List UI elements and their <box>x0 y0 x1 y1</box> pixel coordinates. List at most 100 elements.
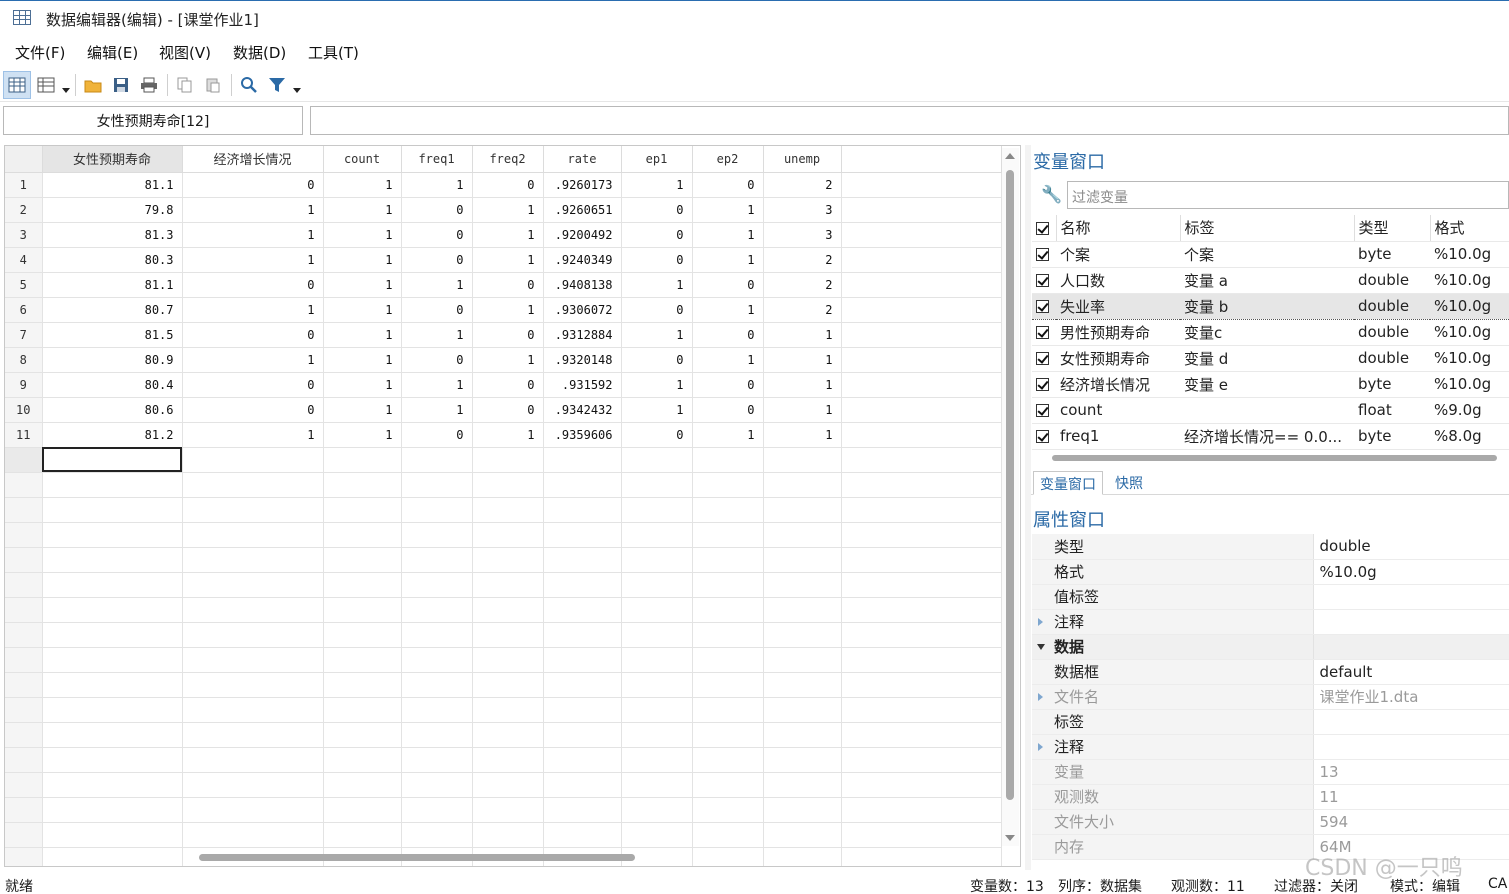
data-cell-empty[interactable] <box>472 572 544 598</box>
variable-checkbox[interactable] <box>1032 267 1056 294</box>
data-cell-empty[interactable] <box>323 697 402 723</box>
row-number-empty[interactable] <box>5 522 43 548</box>
data-cell[interactable]: 1 <box>401 172 473 198</box>
data-cell-empty[interactable] <box>182 622 324 648</box>
data-cell[interactable]: .931592 <box>543 372 622 398</box>
data-cell[interactable]: 1 <box>472 297 544 323</box>
data-cell-empty[interactable] <box>182 822 324 848</box>
data-cell-empty[interactable] <box>42 497 183 523</box>
data-cell-empty[interactable] <box>692 597 764 623</box>
data-cell-empty[interactable] <box>841 622 1002 648</box>
data-cell-empty[interactable] <box>543 747 622 773</box>
data-cell[interactable]: 0 <box>182 322 324 348</box>
data-cell[interactable]: 80.7 <box>42 297 183 323</box>
data-cell-empty[interactable] <box>182 572 324 598</box>
data-cell[interactable]: 0 <box>692 372 764 398</box>
data-cell-empty[interactable] <box>182 647 324 673</box>
data-cell-empty[interactable] <box>323 547 402 573</box>
data-cell-empty[interactable] <box>401 697 473 723</box>
variable-row[interactable]: 失业率 变量 b double %10.0g <box>1032 292 1509 320</box>
copy-icon[interactable] <box>171 71 199 99</box>
data-cell-empty[interactable] <box>401 597 473 623</box>
row-number-empty[interactable] <box>5 672 43 698</box>
wrench-icon[interactable]: 🔧 <box>1041 185 1062 205</box>
property-value[interactable]: 课堂作业1.dta <box>1313 684 1509 710</box>
data-cell-empty[interactable] <box>692 697 764 723</box>
data-cell-empty[interactable] <box>182 547 324 573</box>
column-header[interactable]: freq1 <box>401 146 473 173</box>
data-cell[interactable]: 0 <box>472 372 544 398</box>
data-cell-empty[interactable] <box>401 647 473 673</box>
data-cell-empty[interactable] <box>42 572 183 598</box>
data-cell[interactable]: 0 <box>621 222 693 248</box>
data-cell-empty[interactable] <box>543 547 622 573</box>
data-cell-empty[interactable] <box>401 772 473 798</box>
data-cell-empty[interactable] <box>763 547 842 573</box>
data-cell-empty[interactable] <box>182 597 324 623</box>
tab-snapshots[interactable]: 快照 <box>1109 471 1149 495</box>
print-icon[interactable] <box>135 71 163 99</box>
data-cell-empty[interactable] <box>472 597 544 623</box>
data-cell-empty[interactable] <box>42 597 183 623</box>
data-cell[interactable]: 80.9 <box>42 347 183 373</box>
data-cell-empty[interactable] <box>692 722 764 748</box>
row-number[interactable]: 8 <box>5 347 43 373</box>
data-cell[interactable]: 1 <box>692 222 764 248</box>
variable-row[interactable]: 个案 个案 byte %10.0g <box>1032 241 1509 268</box>
data-cell-empty[interactable] <box>841 572 1002 598</box>
row-number[interactable]: 3 <box>5 222 43 248</box>
data-cell[interactable]: 1 <box>323 222 402 248</box>
data-cell-empty[interactable] <box>763 797 842 823</box>
data-cell[interactable]: 1 <box>401 372 473 398</box>
data-cell-empty[interactable] <box>182 522 324 548</box>
data-cell[interactable]: 0 <box>472 397 544 423</box>
data-cell-empty[interactable] <box>323 772 402 798</box>
data-cell-empty[interactable] <box>763 572 842 598</box>
data-cell-empty[interactable] <box>692 647 764 673</box>
variable-checkbox[interactable] <box>1032 292 1056 320</box>
data-cell-empty[interactable] <box>323 822 402 848</box>
column-header[interactable]: 经济增长情况 <box>182 146 324 173</box>
row-number-empty[interactable] <box>5 447 43 473</box>
data-cell[interactable]: 1 <box>692 197 764 223</box>
data-cell-empty[interactable] <box>763 622 842 648</box>
data-cell[interactable]: 0 <box>182 272 324 298</box>
data-cell[interactable]: 0 <box>401 247 473 273</box>
data-cell-empty[interactable] <box>621 647 693 673</box>
current-cell[interactable] <box>42 447 183 473</box>
data-cell[interactable]: 1 <box>323 372 402 398</box>
data-cell[interactable]: 1 <box>621 172 693 198</box>
data-cell-empty[interactable] <box>841 697 1002 723</box>
data-cell[interactable]: 1 <box>323 397 402 423</box>
variable-row[interactable]: 人口数 变量 a double %10.0g <box>1032 267 1509 294</box>
menu-view[interactable]: 视图(V) <box>159 42 211 63</box>
data-cell-empty[interactable] <box>692 747 764 773</box>
data-cell-empty[interactable] <box>841 247 1002 273</box>
data-cell[interactable]: 1 <box>621 372 693 398</box>
data-cell[interactable]: 3 <box>763 222 842 248</box>
data-cell-empty[interactable] <box>42 822 183 848</box>
data-cell-empty[interactable] <box>543 772 622 798</box>
data-cell-empty[interactable] <box>763 747 842 773</box>
data-cell-empty[interactable] <box>621 797 693 823</box>
data-cell[interactable]: 1 <box>692 247 764 273</box>
data-cell[interactable]: 0 <box>401 347 473 373</box>
data-cell-empty[interactable] <box>841 772 1002 798</box>
data-cell[interactable]: 1 <box>182 247 324 273</box>
row-number[interactable]: 6 <box>5 297 43 323</box>
data-cell-empty[interactable] <box>323 647 402 673</box>
data-cell[interactable]: .9200492 <box>543 222 622 248</box>
data-cell-empty[interactable] <box>543 797 622 823</box>
property-value[interactable] <box>1313 634 1509 660</box>
data-cell-empty[interactable] <box>841 497 1002 523</box>
data-cell-empty[interactable] <box>472 447 544 473</box>
data-cell-empty[interactable] <box>841 297 1002 323</box>
data-cell-empty[interactable] <box>692 547 764 573</box>
data-cell-empty[interactable] <box>323 722 402 748</box>
column-header[interactable]: rate <box>543 146 622 173</box>
row-number[interactable]: 7 <box>5 322 43 348</box>
data-cell-empty[interactable] <box>42 847 183 866</box>
data-cell-empty[interactable] <box>621 547 693 573</box>
data-cell-empty[interactable] <box>543 622 622 648</box>
grid-view-icon[interactable] <box>3 71 31 99</box>
